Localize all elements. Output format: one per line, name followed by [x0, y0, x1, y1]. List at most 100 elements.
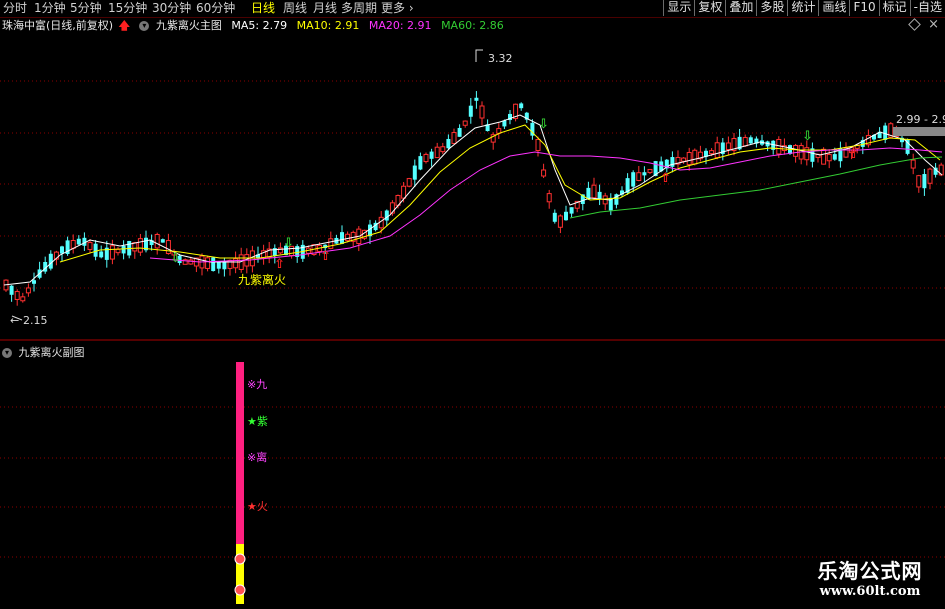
- candle-body: [826, 153, 832, 162]
- sub-chart-title-text[interactable]: 九紫离火副图: [19, 346, 85, 359]
- chevron-down-icon[interactable]: ▾: [2, 348, 12, 358]
- low-marker: ← 2.15: [10, 314, 48, 327]
- watermark-title: 乐淘公式网: [817, 559, 923, 583]
- sub-label-0: ※九: [247, 378, 267, 391]
- candle-body: [776, 138, 782, 155]
- low-price-label-arrow: ←: [10, 314, 19, 327]
- watermark-url: www.60lt.com: [819, 584, 921, 599]
- sub-indicator-ball-2: [234, 584, 246, 596]
- candle-body: [188, 259, 194, 265]
- candle-body: [832, 154, 837, 160]
- sub-chart-grid: [0, 406, 945, 558]
- candle-body: [468, 105, 473, 117]
- candle-body: [479, 105, 485, 119]
- candle-body: [401, 185, 407, 199]
- candle-body: [121, 245, 126, 254]
- candle-body: [406, 178, 412, 187]
- high-marker: 3.32: [475, 49, 513, 65]
- sub-label-2: ※离: [247, 450, 267, 464]
- chart-canvas: 3.32 ← 2.15 2.99 - 2.95 九紫离火 ⇩ ⇧ ⇩ ⇧ ⇩ ⇧ ⇩ ⇧ ※九…: [0, 49, 945, 604]
- candlestick-series: [3, 91, 944, 306]
- candle-body: [440, 146, 446, 153]
- candle-body: [631, 172, 636, 187]
- candle-body: [93, 243, 98, 257]
- candle-body: [709, 150, 715, 155]
- candle-body: [429, 151, 434, 159]
- candle-body: [910, 159, 916, 169]
- candle-body: [328, 238, 334, 249]
- candle-body: [277, 247, 283, 254]
- candle-body: [922, 174, 927, 189]
- candle-body: [474, 97, 479, 101]
- candle-body: [642, 172, 647, 176]
- candle-body: [916, 175, 922, 188]
- candle-body: [591, 184, 597, 199]
- candle-body: [32, 280, 36, 284]
- candle-body: [345, 233, 351, 242]
- sub-indicator-labels: ※九 ★紫 ※离 ★火: [247, 378, 268, 513]
- candle-body: [154, 233, 160, 249]
- candle-body: [434, 146, 440, 159]
- site-watermark: 乐淘公式网 www.60lt.com: [800, 555, 940, 599]
- candle-body: [541, 169, 547, 177]
- candle-body: [793, 144, 799, 157]
- candle-body: [222, 261, 227, 270]
- candle-body: [115, 248, 121, 254]
- candle-body: [14, 291, 20, 300]
- candle-body: [681, 157, 687, 162]
- candle-body: [564, 211, 568, 221]
- high-price-label: 3.32: [488, 52, 513, 65]
- candle-body: [670, 157, 675, 167]
- candle-body: [423, 153, 429, 163]
- candle-body: [446, 138, 451, 149]
- ma10-line: [59, 124, 941, 263]
- candle-body: [20, 296, 26, 302]
- green-down-arrow-icon: ⇩: [802, 129, 813, 144]
- candle-body: [99, 251, 104, 258]
- candle-body: [211, 257, 216, 272]
- candle-body: [160, 239, 165, 243]
- candle-body: [216, 262, 221, 269]
- red-up-arrow-icon: ⇧: [320, 249, 331, 264]
- candle-body: [546, 193, 552, 203]
- candle-body: [109, 245, 115, 260]
- candle-body: [725, 142, 731, 151]
- candle-body: [462, 120, 468, 126]
- candle-body: [552, 212, 557, 222]
- green-down-arrow-icon: ⇩: [283, 236, 294, 251]
- candle-body: [76, 238, 81, 245]
- candle-body: [692, 149, 698, 165]
- range-label: 2.99 - 2.95: [896, 113, 945, 126]
- candle-body: [137, 238, 143, 253]
- sub-label-1: ★紫: [247, 415, 268, 428]
- candle-body: [25, 287, 31, 294]
- candle-body: [714, 142, 720, 159]
- sub-chart-title: ▾ 九紫离火副图: [2, 344, 85, 360]
- candle-body: [340, 232, 344, 244]
- candle-body: [636, 172, 642, 181]
- candle-body: [557, 215, 563, 228]
- candle-body: [60, 246, 64, 254]
- candle-body: [804, 147, 810, 161]
- candle-body: [9, 285, 14, 295]
- candle-body: [48, 253, 53, 269]
- green-down-arrow-icon: ⇩: [170, 251, 181, 266]
- red-up-arrow-icon: ⇧: [848, 147, 859, 162]
- candle-body: [686, 152, 692, 166]
- candle-body: [821, 148, 827, 165]
- sub-label-3: ★火: [247, 500, 268, 513]
- candle-body: [205, 257, 211, 269]
- candle-body: [384, 210, 389, 221]
- candle-body: [87, 242, 93, 250]
- candle-body: [70, 239, 76, 249]
- sub-indicator-bar: [236, 362, 244, 544]
- red-up-arrow-icon: ⇧: [660, 171, 671, 186]
- overlay-label: 九紫离火: [238, 272, 286, 287]
- candle-body: [535, 138, 541, 152]
- sub-indicator-ball-1: [234, 553, 246, 565]
- candle-body: [457, 127, 462, 137]
- candle-body: [647, 168, 653, 174]
- candle-body: [132, 242, 138, 252]
- candle-body: [748, 137, 753, 144]
- candle-body: [742, 137, 748, 147]
